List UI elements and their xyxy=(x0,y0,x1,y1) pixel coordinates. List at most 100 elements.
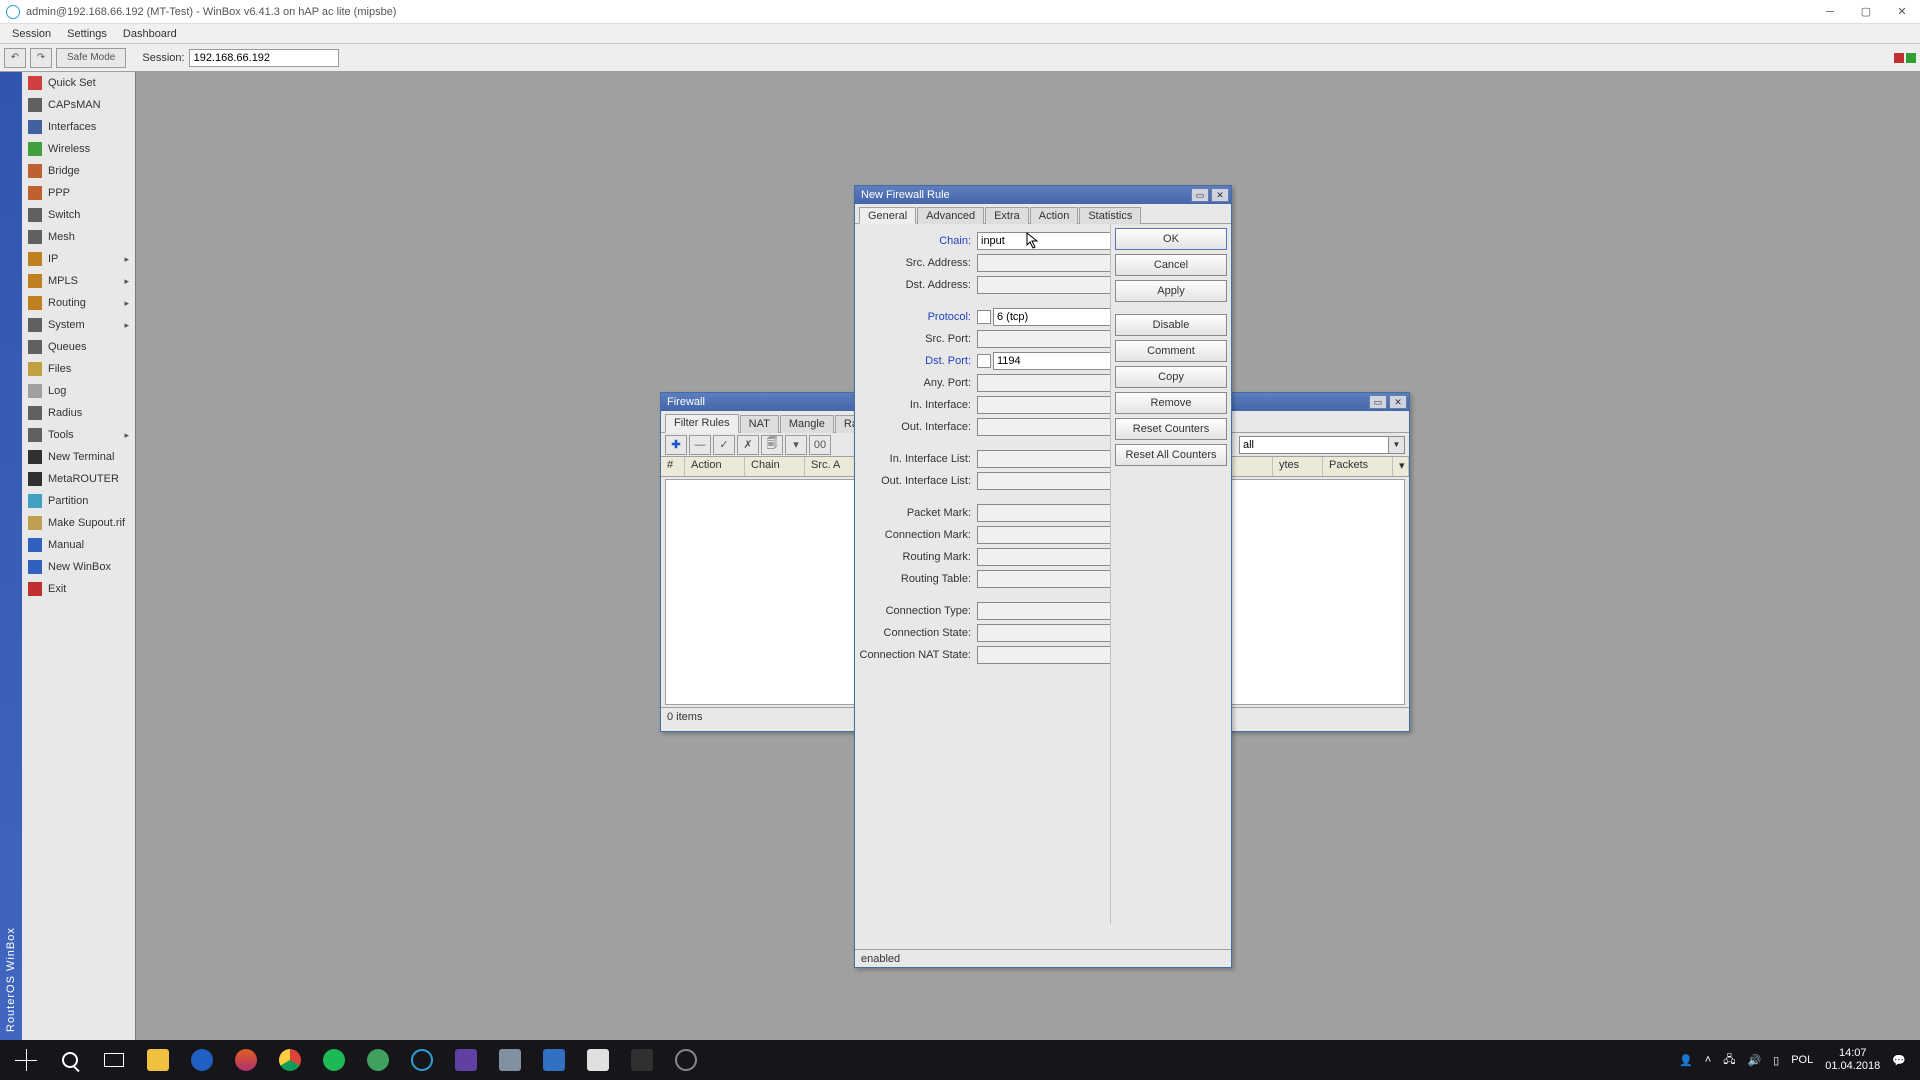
tray-volume-icon[interactable]: 🔊 xyxy=(1747,1054,1761,1067)
protocol-input[interactable] xyxy=(993,308,1111,326)
dialog-close-icon[interactable]: ✕ xyxy=(1211,188,1229,202)
app-generic-1[interactable] xyxy=(356,1040,400,1080)
start-button[interactable] xyxy=(4,1040,48,1080)
sidebar-item-interfaces[interactable]: Interfaces xyxy=(22,116,135,138)
tab-extra[interactable]: Extra xyxy=(985,207,1029,224)
session-field[interactable]: 192.168.66.192 xyxy=(189,49,339,67)
sidebar-item-metarouter[interactable]: MetaROUTER xyxy=(22,468,135,490)
disable-button[interactable]: Disable xyxy=(1115,314,1227,336)
app-chrome[interactable] xyxy=(268,1040,312,1080)
firewall-close-icon[interactable]: ✕ xyxy=(1389,395,1407,409)
safe-mode-button[interactable]: Safe Mode xyxy=(56,48,126,68)
menu-dashboard[interactable]: Dashboard xyxy=(115,26,185,42)
taskview-icon[interactable] xyxy=(92,1040,136,1080)
conn-nat-input[interactable] xyxy=(977,646,1111,664)
out-iface-list-input[interactable] xyxy=(977,472,1111,490)
sidebar-item-log[interactable]: Log xyxy=(22,380,135,402)
undo-button[interactable]: ↶ xyxy=(4,48,26,68)
sidebar-item-capsman[interactable]: CAPsMAN xyxy=(22,94,135,116)
sidebar-item-exit[interactable]: Exit xyxy=(22,578,135,600)
conn-mark-input[interactable] xyxy=(977,526,1111,544)
cancel-button[interactable]: Cancel xyxy=(1115,254,1227,276)
in-iface-input[interactable] xyxy=(977,396,1111,414)
app-generic-6[interactable] xyxy=(620,1040,664,1080)
app-spotify[interactable] xyxy=(312,1040,356,1080)
sidebar-item-switch[interactable]: Switch xyxy=(22,204,135,226)
tab-statistics[interactable]: Statistics xyxy=(1079,207,1141,224)
chain-input[interactable] xyxy=(977,232,1111,250)
sidebar-item-radius[interactable]: Radius xyxy=(22,402,135,424)
dst-port-input[interactable] xyxy=(993,352,1111,370)
tab-nat[interactable]: NAT xyxy=(740,415,779,433)
sidebar-item-bridge[interactable]: Bridge xyxy=(22,160,135,182)
col-src[interactable]: Src. A xyxy=(805,457,855,476)
sidebar-item-wireless[interactable]: Wireless xyxy=(22,138,135,160)
sidebar-item-mesh[interactable]: Mesh xyxy=(22,226,135,248)
app-generic-3[interactable] xyxy=(488,1040,532,1080)
tab-advanced[interactable]: Advanced xyxy=(917,207,984,224)
reset-counters-button[interactable]: Reset Counters xyxy=(1115,418,1227,440)
sidebar-item-partition[interactable]: Partition xyxy=(22,490,135,512)
routing-mark-input[interactable] xyxy=(977,548,1111,566)
menu-session[interactable]: Session xyxy=(4,26,59,42)
firewall-min-icon[interactable]: ▭ xyxy=(1369,395,1387,409)
sidebar-item-make-supout-rif[interactable]: Make Supout.rif xyxy=(22,512,135,534)
sidebar-item-routing[interactable]: Routing▸ xyxy=(22,292,135,314)
dst-port-invert-checkbox[interactable] xyxy=(977,354,991,368)
dialog-min-icon[interactable]: ▭ xyxy=(1191,188,1209,202)
conn-type-input[interactable] xyxy=(977,602,1111,620)
col-bytes[interactable]: ytes xyxy=(1273,457,1323,476)
apply-button[interactable]: Apply xyxy=(1115,280,1227,302)
sidebar-item-quick-set[interactable]: Quick Set xyxy=(22,72,135,94)
packet-mark-input[interactable] xyxy=(977,504,1111,522)
tray-lang[interactable]: POL xyxy=(1791,1054,1813,1066)
out-iface-input[interactable] xyxy=(977,418,1111,436)
app-winbox[interactable] xyxy=(400,1040,444,1080)
any-port-input[interactable] xyxy=(977,374,1111,392)
sidebar-item-queues[interactable]: Queues xyxy=(22,336,135,358)
counter-button[interactable]: 00 xyxy=(809,435,831,455)
tab-filter-rules[interactable]: Filter Rules xyxy=(665,414,739,433)
sidebar-item-tools[interactable]: Tools▸ xyxy=(22,424,135,446)
filter-button[interactable]: ▾ xyxy=(785,435,807,455)
sidebar-item-system[interactable]: System▸ xyxy=(22,314,135,336)
search-icon[interactable] xyxy=(48,1040,92,1080)
tray-people-icon[interactable]: 👤 xyxy=(1679,1054,1693,1067)
filter-select[interactable] xyxy=(1239,436,1389,454)
copy-button[interactable]: Copy xyxy=(1115,366,1227,388)
conn-state-input[interactable] xyxy=(977,624,1111,642)
ok-button[interactable]: OK xyxy=(1115,228,1227,250)
routing-table-input[interactable] xyxy=(977,570,1111,588)
tab-general[interactable]: General xyxy=(859,207,916,224)
menu-settings[interactable]: Settings xyxy=(59,26,115,42)
col-action[interactable]: Action xyxy=(685,457,745,476)
app-generic-2[interactable] xyxy=(444,1040,488,1080)
app-generic-7[interactable] xyxy=(664,1040,708,1080)
tray-clock[interactable]: 14:07 01.04.2018 xyxy=(1825,1047,1880,1073)
src-port-input[interactable] xyxy=(977,330,1111,348)
sidebar-item-ppp[interactable]: PPP xyxy=(22,182,135,204)
col-chain[interactable]: Chain xyxy=(745,457,805,476)
comment-button[interactable]: Comment xyxy=(1115,340,1227,362)
col-more-icon[interactable]: ▾ xyxy=(1393,457,1409,476)
tray-network-icon[interactable]: 🖧 xyxy=(1723,1051,1735,1070)
maximize-button[interactable]: ▢ xyxy=(1848,0,1884,24)
app-generic-4[interactable] xyxy=(532,1040,576,1080)
enable-button[interactable]: ✓ xyxy=(713,435,735,455)
sidebar-item-manual[interactable]: Manual xyxy=(22,534,135,556)
app-generic-5[interactable] xyxy=(576,1040,620,1080)
tab-action[interactable]: Action xyxy=(1030,207,1079,224)
add-button[interactable]: ✚ xyxy=(665,435,687,455)
app-explorer[interactable] xyxy=(136,1040,180,1080)
tray-up-icon[interactable]: ˄ xyxy=(1705,1054,1711,1066)
sidebar-item-new-terminal[interactable]: New Terminal xyxy=(22,446,135,468)
tray-notifications-icon[interactable]: 💬 xyxy=(1892,1054,1906,1067)
app-edge[interactable] xyxy=(180,1040,224,1080)
filter-dropdown-icon[interactable]: ▼ xyxy=(1389,436,1405,454)
col-packets[interactable]: Packets xyxy=(1323,457,1393,476)
tab-mangle[interactable]: Mangle xyxy=(780,415,834,433)
close-button[interactable]: ✕ xyxy=(1884,0,1920,24)
in-iface-list-input[interactable] xyxy=(977,450,1111,468)
reset-all-counters-button[interactable]: Reset All Counters xyxy=(1115,444,1227,466)
col-num[interactable]: # xyxy=(661,457,685,476)
